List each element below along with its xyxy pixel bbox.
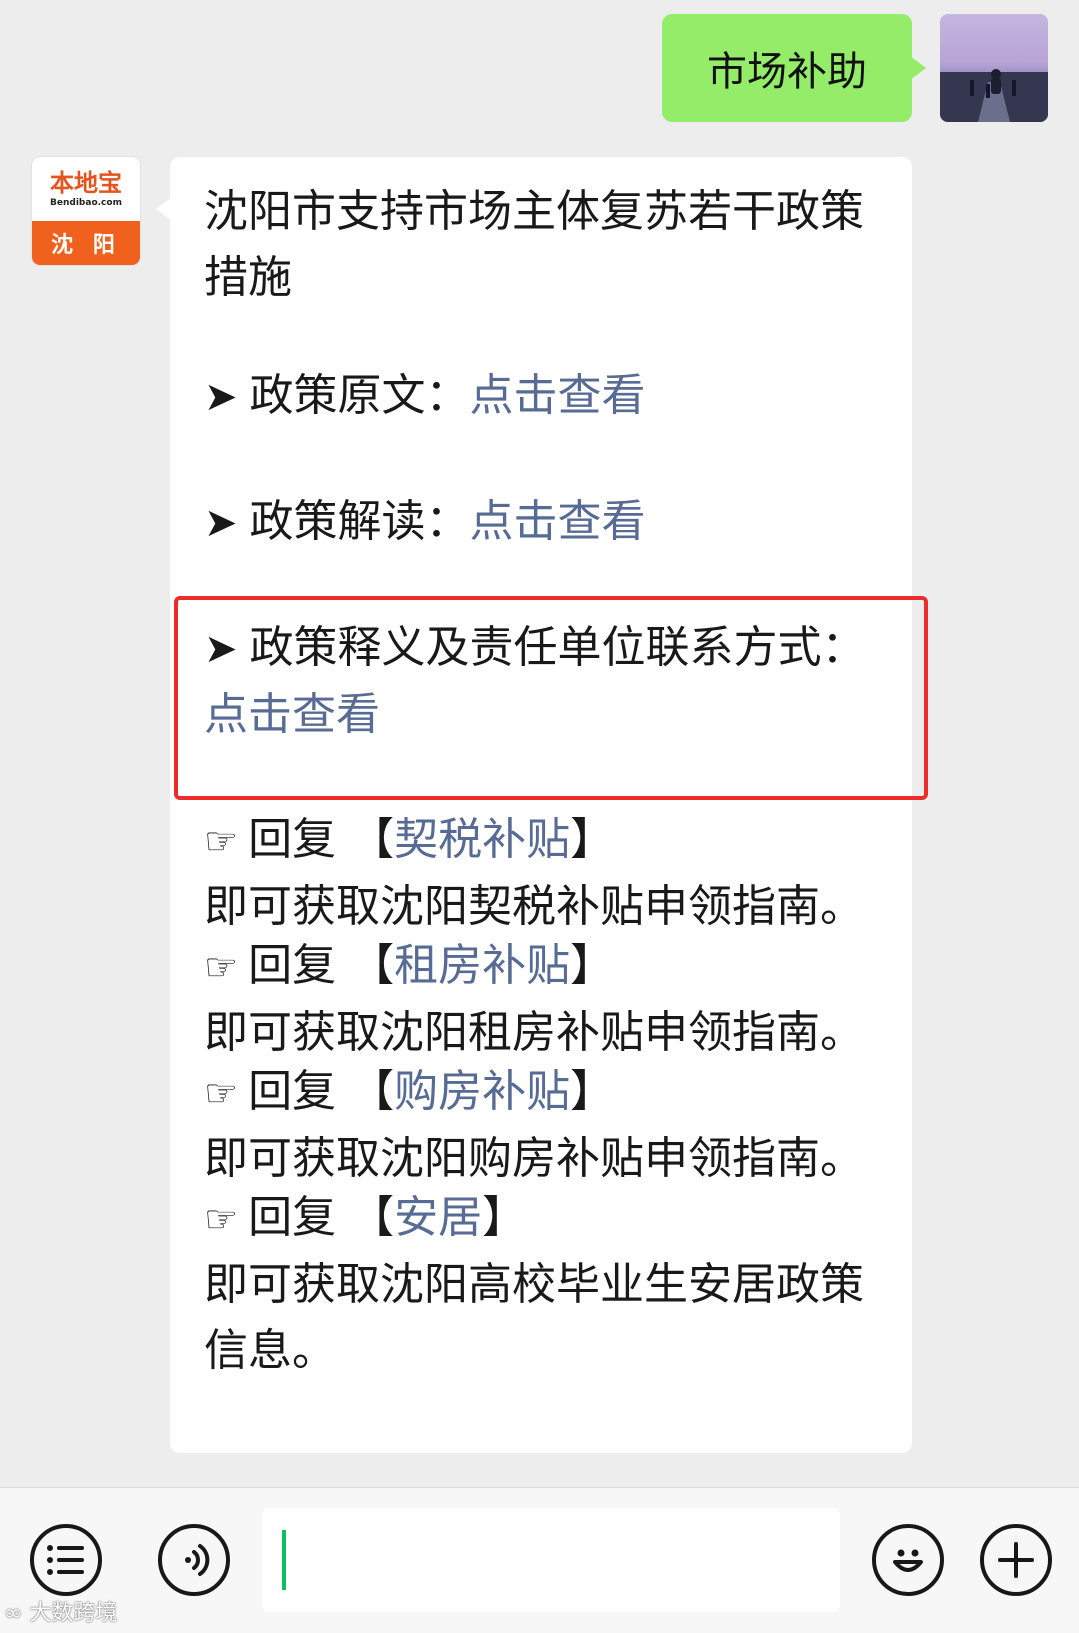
bot-site-text: Bendibao.com [50, 198, 122, 208]
bot-city-text: 沈 阳 [32, 221, 140, 265]
reply-prefix: 回复 [248, 1066, 337, 1117]
user-avatar[interactable] [940, 14, 1048, 122]
pointing-hand-icon: ☞ [204, 819, 239, 863]
reply-keyword[interactable]: 契税补贴 [394, 814, 570, 865]
bracket-open: 【 [350, 1066, 395, 1117]
list-icon [47, 1545, 84, 1575]
reply-description: 即可获取沈阳高校毕业生安居政策信息。 [204, 1259, 864, 1376]
voice-icon [185, 1544, 210, 1576]
reply-item-purchase: ☞ 回复 【购房补贴】 即可获取沈阳购房补贴申领指南。 [204, 1059, 894, 1192]
menu-button[interactable] [30, 1524, 102, 1596]
message-input[interactable] [262, 1508, 840, 1612]
reply-keyword[interactable]: 租房补贴 [394, 940, 570, 991]
plus-icon [998, 1542, 1034, 1578]
reply-prefix: 回复 [248, 1192, 337, 1243]
reply-keyword[interactable]: 安居 [394, 1192, 482, 1243]
emoji-button[interactable] [872, 1524, 944, 1596]
bracket-close: 】 [482, 1192, 527, 1243]
bracket-close: 】 [570, 814, 615, 865]
watermark-text: 大数跨境 [29, 1601, 118, 1626]
more-button[interactable] [980, 1524, 1052, 1596]
policy-item-label: 政策解读： [249, 496, 470, 547]
avatar-landscape-image [940, 69, 1048, 122]
smile-icon [893, 1549, 923, 1572]
pointing-hand-icon: ☞ [204, 1071, 239, 1115]
bracket-open: 【 [350, 1192, 395, 1243]
chat-input-bar [0, 1487, 1079, 1633]
bot-avatar[interactable]: 本地宝 Bendibao.com 沈 阳 [32, 157, 140, 265]
pointing-hand-icon: ☞ [204, 945, 239, 989]
policy-item-original: ➤ 政策原文：点击查看 [204, 363, 894, 430]
reply-item-rent: ☞ 回复 【租房补贴】 即可获取沈阳租房补贴申领指南。 [204, 933, 894, 1066]
reply-description: 即可获取沈阳租房补贴申领指南。 [204, 1007, 864, 1058]
bracket-close: 】 [570, 1066, 615, 1117]
reply-prefix: 回复 [248, 814, 337, 865]
bracket-open: 【 [350, 814, 395, 865]
pointing-hand-icon: ☞ [204, 1197, 239, 1241]
reply-description: 即可获取沈阳契税补贴申领指南。 [204, 881, 864, 932]
incoming-message-bubble: 沈阳市支持市场主体复苏若干政策措施 ➤ 政策原文：点击查看 ➤ 政策解读：点击查看 … [156, 157, 912, 1453]
outgoing-message-bubble[interactable]: 市场补助 [662, 14, 926, 122]
reply-description: 即可获取沈阳购房补贴申领指南。 [204, 1133, 864, 1184]
arrow-icon: ➤ [204, 374, 238, 420]
arrow-icon: ➤ [204, 500, 238, 546]
chat-area: 市场补助 本地宝 Bendibao.com 沈 阳 沈阳市支持市场主体复苏若干政… [0, 0, 1079, 1487]
reply-item-housing: ☞ 回复 【安居】 即可获取沈阳高校毕业生安居政策信息。 [204, 1185, 894, 1384]
view-link[interactable]: 点击查看 [470, 370, 646, 421]
policy-item-label: 政策原文： [249, 370, 470, 421]
reply-prefix: 回复 [248, 940, 337, 991]
voice-button[interactable] [158, 1524, 230, 1596]
view-link[interactable]: 点击查看 [470, 496, 646, 547]
message-title: 沈阳市支持市场主体复苏若干政策措施 [204, 186, 864, 303]
red-highlight-box [174, 596, 928, 800]
watermark: ∞ 大数跨境 [4, 1595, 117, 1627]
text-caret [282, 1530, 286, 1590]
bot-brand-text: 本地宝 [50, 168, 122, 197]
reply-keyword[interactable]: 购房补贴 [394, 1066, 570, 1117]
bot-avatar-logo: 本地宝 Bendibao.com [32, 157, 140, 221]
bracket-close: 】 [570, 940, 615, 991]
bracket-open: 【 [350, 940, 395, 991]
policy-item-interpretation: ➤ 政策解读：点击查看 [204, 489, 894, 556]
outgoing-message-text: 市场补助 [707, 49, 867, 95]
watermark-logo-icon: ∞ [4, 1601, 30, 1626]
reply-item-deed-tax: ☞ 回复 【契税补贴】 即可获取沈阳契税补贴申领指南。 [204, 807, 894, 940]
